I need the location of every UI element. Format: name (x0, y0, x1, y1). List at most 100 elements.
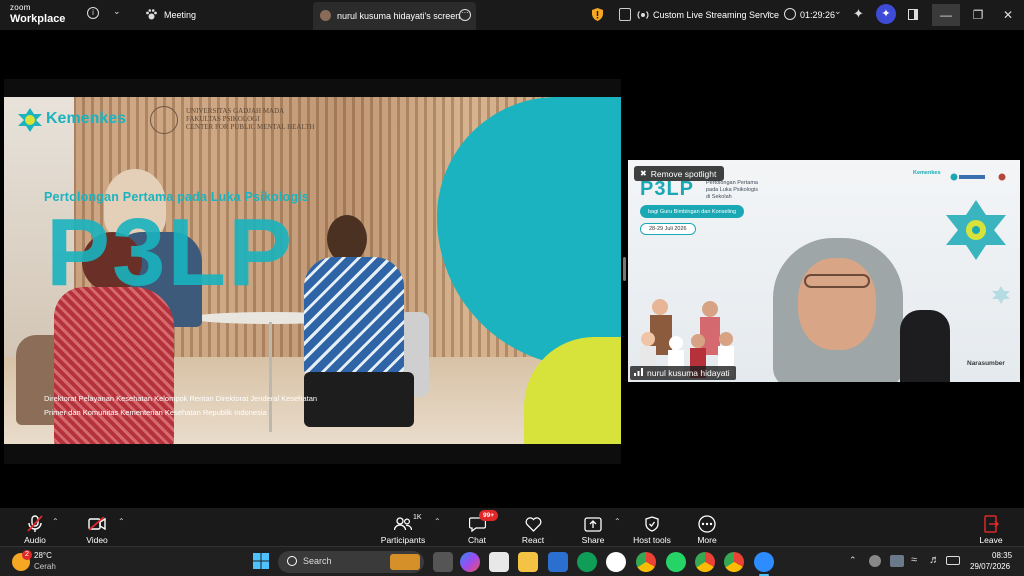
shield-icon[interactable] (592, 8, 603, 21)
tray-app-icon[interactable] (869, 555, 881, 567)
live-stream-icon (637, 8, 649, 20)
bg-role-label: Narasumber (967, 360, 1005, 367)
presentation-slide: Kemenkes UNIVERSITAS GADJAH MADA FAKULTA… (4, 97, 621, 444)
wifi-icon[interactable]: ≈ (911, 554, 917, 566)
host-shield-icon (643, 515, 661, 533)
remove-spotlight-button[interactable]: ✖ Remove spotlight (634, 166, 725, 181)
share-label: Share (581, 535, 605, 545)
clock-icon (784, 8, 796, 20)
bg-title-desc: Pertolongan Pertama pada Luka Psikologis… (706, 180, 758, 201)
streaming-service-label[interactable]: Custom Live Streaming Service (653, 10, 779, 20)
clock-date[interactable]: 29/07/2026 (970, 562, 1010, 571)
share-options-caret-icon[interactable]: ⌃ (614, 517, 621, 526)
taskbar-search[interactable]: Search (278, 551, 424, 573)
search-icon (287, 556, 297, 566)
chevron-down-icon[interactable]: ⌄ (113, 6, 121, 17)
tab-screen-share-label: nurul kusuma hidayati's screen (337, 11, 461, 21)
paw-icon (145, 8, 158, 21)
audio-options-caret-icon[interactable]: ⌃ (52, 517, 59, 526)
ai-companion-icon[interactable]: ✦ (876, 4, 896, 24)
volume-icon[interactable]: ♬ (929, 554, 940, 566)
participants-icon (394, 515, 412, 533)
task-view-icon[interactable] (433, 552, 453, 572)
bg-pattern-icon (946, 200, 1006, 260)
chat-unread-badge: 99+ (479, 510, 499, 521)
speaker-glasses (804, 274, 870, 288)
more-button[interactable]: More (682, 511, 732, 545)
clock-time[interactable]: 08:35 (992, 551, 1012, 560)
whatsapp-icon[interactable] (666, 552, 686, 572)
chrome-profile-icon[interactable] (724, 552, 744, 572)
bg-dates-pill: 28-29 Juli 2026 (640, 223, 696, 235)
person-man-legs (304, 372, 414, 427)
video-button[interactable]: Video (72, 511, 122, 545)
signal-icon (634, 368, 643, 378)
meeting-timer: 01:29:26 (800, 10, 836, 20)
copilot-icon[interactable] (460, 552, 480, 572)
participants-count: 1K (413, 514, 422, 521)
host-tools-label: Host tools (633, 535, 671, 545)
zoom-brand: Workplace (10, 13, 66, 25)
kemenkes-logo-icon (18, 108, 42, 132)
video-label: Video (86, 535, 108, 545)
chrome-profile-icon[interactable] (695, 552, 715, 572)
kemenkes-logo-text: Kemenkes (46, 110, 127, 127)
table-leg (269, 322, 272, 432)
chrome-icon[interactable] (636, 552, 656, 572)
bg-desc-2: pada Luka Psikologis (706, 187, 758, 193)
slide-footer-line-1: Direktorat Pelayanan Kesehatan Kelompok … (44, 394, 318, 403)
bg-logos: Kemenkes (913, 170, 941, 176)
participant-name-tag: nurul kusuma hidayati (630, 366, 736, 380)
chevron-down-icon[interactable]: ⌄ (765, 6, 773, 17)
edge-icon[interactable] (577, 552, 597, 572)
more-options-icon[interactable]: ⋯ (459, 9, 471, 21)
host-tools-button[interactable]: Host tools (627, 511, 677, 545)
document-icon[interactable] (619, 8, 631, 21)
ugm-line-3: CENTER FOR PUBLIC MENTAL HEALTH (186, 123, 315, 131)
share-button[interactable]: Share (568, 511, 618, 545)
weather-temp: 28°C (34, 551, 52, 560)
audio-label: Audio (24, 535, 46, 545)
windows-start-icon[interactable] (253, 553, 269, 569)
slide-footer-line-2: Primer dan Komunitas Kementerian Kesehat… (44, 408, 267, 417)
tab-screen-share[interactable]: nurul kusuma hidayati's screen ⋯ (313, 2, 476, 30)
close-button[interactable]: ✕ (994, 4, 1022, 26)
heart-icon (524, 515, 542, 533)
side-panel-icon[interactable] (908, 9, 918, 20)
zoom-app-icon[interactable] (754, 552, 774, 572)
speaker-video-tile[interactable]: P3LP Pertolongan Pertama pada Luka Psiko… (628, 160, 1020, 382)
bg-pattern-small-icon (992, 286, 1010, 304)
notepad-icon[interactable] (548, 552, 568, 572)
battery-icon[interactable] (946, 556, 960, 565)
ugm-logo-text: UNIVERSITAS GADJAH MADA FAKULTAS PSIKOLO… (186, 107, 314, 131)
chevron-down-icon[interactable]: ⌄ (834, 6, 842, 17)
participants-options-caret-icon[interactable]: ⌃ (434, 517, 441, 526)
react-button[interactable]: React (508, 511, 558, 545)
bg-title: P3LP (640, 178, 695, 200)
camera-off-icon (88, 515, 106, 533)
leave-icon (982, 515, 1000, 533)
restore-button[interactable]: ❐ (964, 4, 992, 26)
file-explorer-icon[interactable] (518, 552, 538, 572)
ugm-line-1: UNIVERSITAS GADJAH MADA (186, 107, 285, 115)
bg-partner-logos (950, 168, 1008, 181)
wand-icon[interactable]: ✦ (853, 6, 864, 22)
title-bar: zoom Workplace i ⌄ Meeting nurul kusuma … (0, 0, 1024, 30)
bg-audience-pill: bagi Guru Bimbingan dan Konseling (640, 205, 745, 218)
info-icon[interactable]: i (87, 7, 99, 19)
leave-button[interactable]: Leave (966, 511, 1016, 545)
minimize-button[interactable]: — (932, 4, 960, 26)
bg-desc-3: di Sekolah (706, 194, 732, 200)
tab-meeting[interactable]: Meeting (164, 10, 196, 20)
person-seated-body (54, 287, 174, 444)
video-options-caret-icon[interactable]: ⌃ (118, 517, 125, 526)
tray-app-icon[interactable] (890, 555, 904, 567)
react-label: React (521, 535, 545, 545)
app-icon[interactable] (606, 552, 626, 572)
resize-handle[interactable] (623, 257, 626, 281)
participants-label: Participants (380, 535, 426, 545)
store-icon[interactable] (489, 552, 509, 572)
more-icon (698, 515, 716, 533)
show-hidden-icons-icon[interactable]: ⌃ (849, 555, 857, 566)
speaker-face (798, 258, 876, 350)
